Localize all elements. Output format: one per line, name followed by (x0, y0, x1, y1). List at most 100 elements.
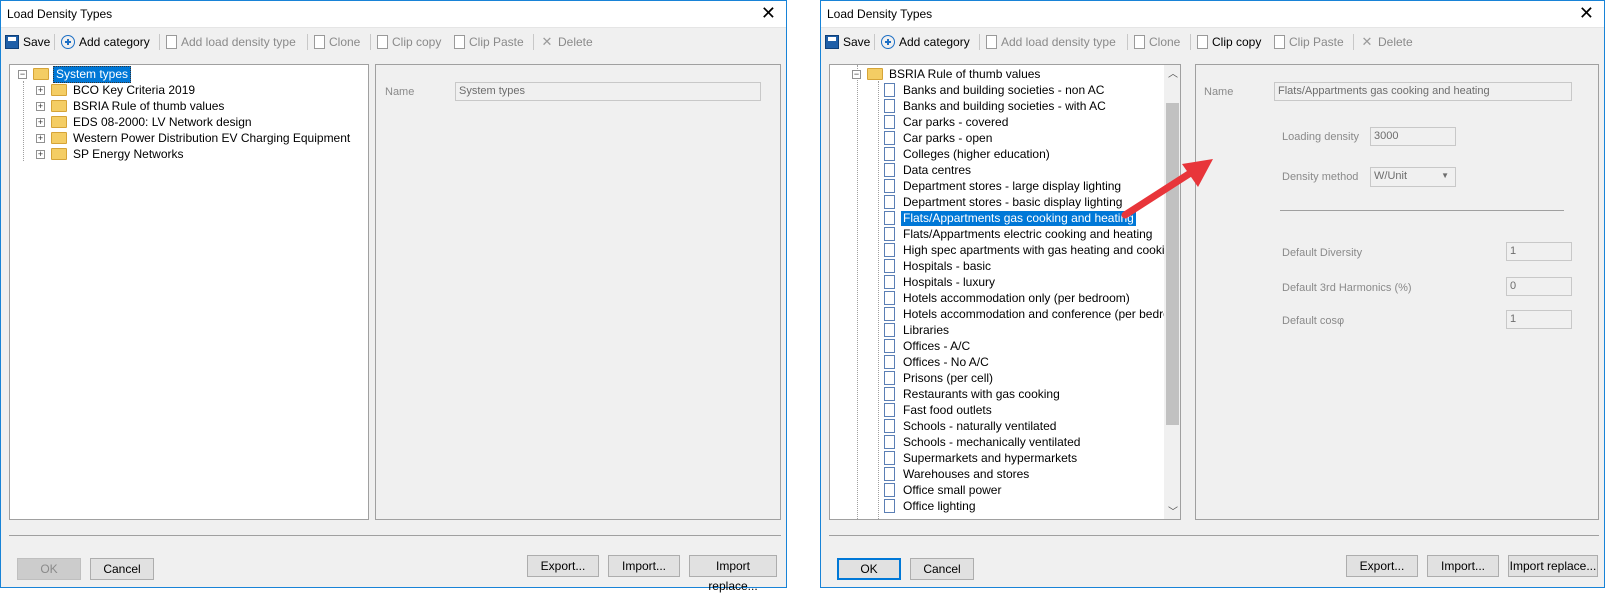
delete-button[interactable]: ✕ Delete (1360, 33, 1413, 51)
add-load-density-type-button[interactable]: Add load density type (986, 33, 1116, 51)
chevron-down-icon: ▼ (1441, 171, 1449, 180)
name-field[interactable]: System types (455, 82, 761, 101)
tree-item[interactable]: Hotels accommodation only (per bedroom) (884, 290, 1132, 306)
add-load-density-type-button[interactable]: Add load density type (166, 33, 296, 51)
tree-node-category[interactable]: + BCO Key Criteria 2019 (36, 82, 197, 98)
tree-item[interactable]: Hospitals - luxury (884, 274, 997, 290)
import-replace-button[interactable]: Import replace... (1508, 555, 1598, 577)
tree-item[interactable]: Office small power (884, 482, 1003, 498)
collapse-icon[interactable]: − (18, 69, 27, 79)
tree-node-category[interactable]: + EDS 08-2000: LV Network design (36, 114, 254, 130)
expand-icon[interactable]: + (36, 149, 45, 159)
dialog-right: Load Density Types ✕ Save Add category A… (820, 0, 1605, 588)
tree-item[interactable]: Banks and building societies - with AC (884, 98, 1108, 114)
tree-node-root[interactable]: − System types (18, 65, 132, 83)
tree-node-parent[interactable]: − BSRIA Rule of thumb values (852, 66, 1042, 82)
tree-view[interactable]: − System types + BCO Key Criteria 2019 +… (9, 64, 369, 520)
tree-node-label: EDS 08-2000: LV Network design (73, 114, 252, 129)
tree-item[interactable]: Prisons (per cell) (884, 370, 995, 386)
add-category-button[interactable]: Add category (61, 33, 150, 51)
default-diversity-field[interactable]: 1 (1506, 242, 1572, 261)
tree-item-label: Office small power (903, 482, 1002, 497)
density-method-select[interactable]: W/Unit ▼ (1370, 167, 1456, 187)
tree-view[interactable]: − BSRIA Rule of thumb values Banks and b… (829, 64, 1181, 520)
tree-item[interactable]: Offices - No A/C (884, 354, 991, 370)
import-button[interactable]: Import... (608, 555, 680, 577)
copy-icon (1197, 35, 1208, 49)
name-label: Name (1204, 86, 1234, 98)
name-field[interactable]: Flats/Appartments gas cooking and heatin… (1274, 82, 1572, 101)
tree-node-category[interactable]: + Western Power Distribution EV Charging… (36, 130, 352, 146)
expand-icon[interactable]: + (36, 133, 45, 143)
close-icon[interactable]: ✕ (1579, 3, 1594, 24)
clip-copy-label: Clip copy (1212, 35, 1262, 49)
tree-connector (23, 81, 24, 161)
default-cosphi-field[interactable]: 1 (1506, 310, 1572, 329)
expand-icon[interactable]: + (36, 101, 45, 111)
export-button[interactable]: Export... (1346, 555, 1418, 577)
tree-item[interactable]: Hospitals - basic (884, 258, 993, 274)
clip-paste-button[interactable]: Clip Paste (1274, 33, 1344, 51)
tree-item[interactable]: Office lighting (884, 498, 978, 514)
tree-item[interactable]: Department stores - large display lighti… (884, 178, 1123, 194)
tree-item[interactable]: Warehouses and stores (884, 466, 1031, 482)
clip-copy-label: Clip copy (392, 35, 442, 49)
tree-item[interactable]: Schools - naturally ventilated (884, 418, 1058, 434)
tree-item[interactable]: Restaurants with gas cooking (884, 386, 1062, 402)
collapse-icon[interactable]: − (852, 69, 861, 79)
clone-button[interactable]: Clone (1134, 33, 1180, 51)
tree-item[interactable]: Fast food outlets (884, 402, 994, 418)
cancel-button[interactable]: Cancel (90, 558, 154, 580)
ok-button[interactable]: OK (837, 558, 901, 580)
tree-node-category[interactable]: + BSRIA Rule of thumb values (36, 98, 226, 114)
tree-item[interactable]: Banks and building societies - non AC (884, 82, 1106, 98)
add-icon (881, 35, 895, 49)
tree-item[interactable]: Car parks - covered (884, 114, 1010, 130)
document-icon (884, 403, 895, 417)
default-3rd-harmonics-field[interactable]: 0 (1506, 277, 1572, 296)
tree-node-category[interactable]: + SP Energy Networks (36, 146, 186, 162)
clip-copy-button[interactable]: Clip copy (377, 33, 441, 51)
save-icon (5, 35, 19, 49)
tree-item[interactable]: High spec apartments with gas heating an… (884, 242, 1180, 258)
tree-item[interactable]: Flats/Appartments electric cooking and h… (884, 226, 1154, 242)
tree-item[interactable]: Offices - A/C (884, 338, 972, 354)
expand-icon[interactable]: + (36, 117, 45, 127)
add-category-button[interactable]: Add category (881, 33, 970, 51)
clip-copy-button[interactable]: Clip copy (1197, 33, 1261, 51)
import-replace-button[interactable]: Import replace... (689, 555, 777, 593)
save-button[interactable]: Save (825, 33, 870, 51)
document-icon (884, 147, 895, 161)
export-button[interactable]: Export... (527, 555, 599, 577)
tree-item[interactable]: Libraries (884, 322, 951, 338)
tree-scrollbar[interactable]: ︿ ﹀ (1164, 65, 1180, 519)
separator (874, 34, 875, 50)
cancel-button[interactable]: Cancel (910, 558, 974, 580)
clip-paste-button[interactable]: Clip Paste (454, 33, 524, 51)
tree-connector (857, 65, 858, 519)
expand-icon[interactable]: + (36, 85, 45, 95)
tree-node-label: BSRIA Rule of thumb values (889, 66, 1041, 81)
close-icon[interactable]: ✕ (761, 3, 776, 24)
tree-item[interactable]: Data centres (884, 162, 973, 178)
scroll-down-icon[interactable]: ﹀ (1168, 503, 1178, 518)
tree-connector (878, 81, 879, 519)
scroll-up-icon[interactable]: ︿ (1168, 65, 1178, 80)
document-icon (884, 483, 895, 497)
tree-item[interactable]: Schools - mechanically ventilated (884, 434, 1082, 450)
save-button[interactable]: Save (5, 33, 50, 51)
tree-item[interactable]: Car parks - open (884, 130, 994, 146)
ok-button[interactable]: OK (17, 558, 81, 580)
import-button[interactable]: Import... (1427, 555, 1499, 577)
tree-item[interactable]: Colleges (higher education) (884, 146, 1052, 162)
tree-item[interactable]: Flats/Appartments gas cooking and heatin… (884, 210, 1136, 226)
document-icon (884, 243, 895, 257)
tree-item-label: Flats/Appartments gas cooking and heatin… (901, 210, 1136, 226)
delete-button[interactable]: ✕ Delete (540, 33, 593, 51)
tree-item[interactable]: Hotels accommodation and conference (per… (884, 306, 1180, 322)
loading-density-field[interactable]: 3000 (1370, 127, 1456, 146)
clone-button[interactable]: Clone (314, 33, 360, 51)
tree-item[interactable]: Department stores - basic display lighti… (884, 194, 1124, 210)
clone-label: Clone (1149, 35, 1181, 49)
tree-item[interactable]: Supermarkets and hypermarkets (884, 450, 1079, 466)
